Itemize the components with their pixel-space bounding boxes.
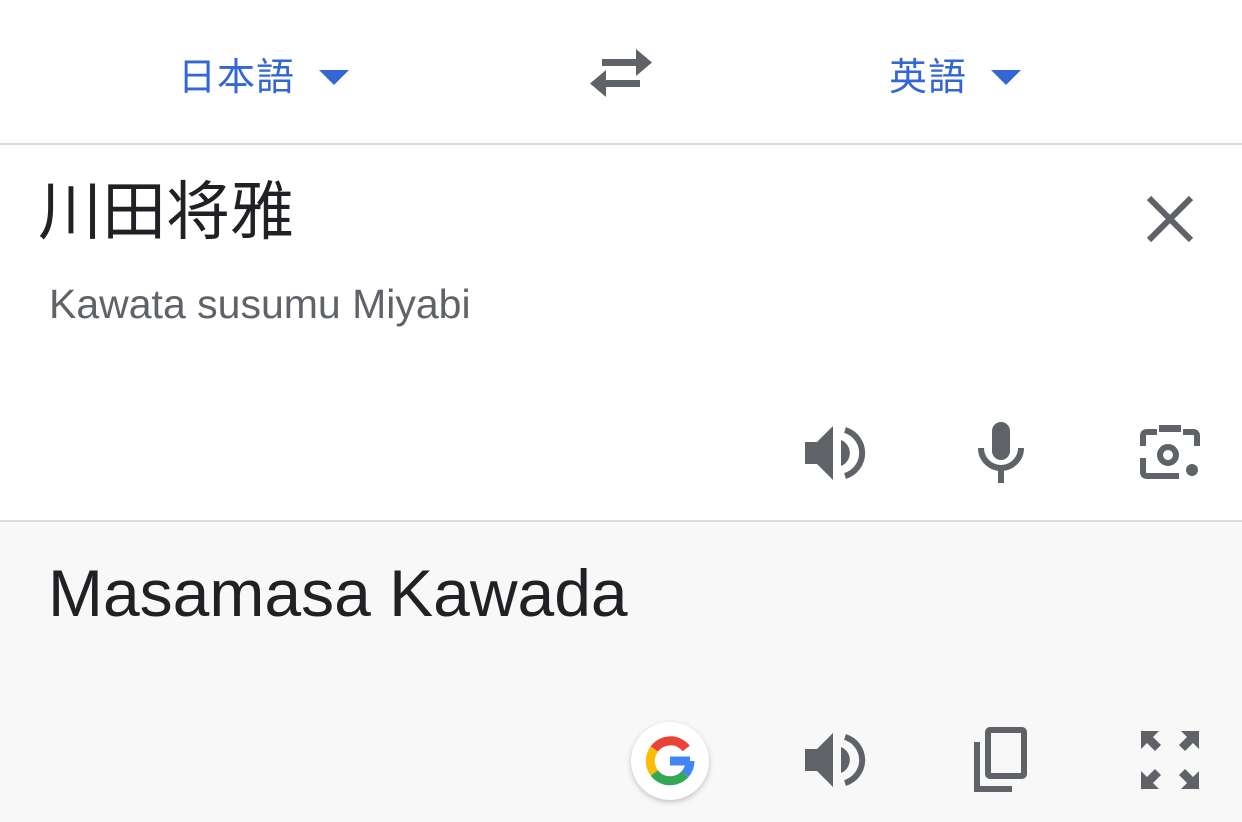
translation-panel: Masamasa Kawada (0, 522, 1242, 822)
copy-button[interactable] (966, 725, 1036, 795)
google-g-icon (645, 736, 695, 786)
source-language-selector[interactable]: 日本語 (178, 44, 350, 102)
microphone-icon (978, 422, 1024, 483)
swap-languages-button[interactable] (586, 44, 656, 102)
source-panel[interactable]: 川田将雅 Kawata susumu Miyabi (0, 145, 1242, 522)
fullscreen-button[interactable] (1135, 725, 1205, 795)
speaker-icon (805, 426, 866, 480)
source-listen-button[interactable] (800, 418, 870, 488)
language-bar: 日本語 英語 (0, 0, 1242, 145)
voice-input-button[interactable] (966, 418, 1036, 488)
source-romanization: Kawata susumu Miyabi (49, 281, 471, 327)
chevron-down-icon (319, 69, 350, 85)
close-icon (1146, 195, 1194, 243)
translation-listen-button[interactable] (800, 725, 870, 795)
speaker-icon (805, 733, 866, 787)
target-language-label: 英語 (889, 54, 968, 99)
clear-button[interactable] (1140, 189, 1200, 249)
copy-icon (974, 727, 1027, 792)
source-language-label: 日本語 (178, 54, 296, 99)
chevron-down-icon (991, 69, 1022, 85)
google-search-button[interactable] (631, 722, 709, 800)
swap-arrows-icon (590, 49, 652, 97)
translation-text: Masamasa Kawada (48, 556, 628, 630)
translate-app: 日本語 英語 川田将雅 Kawata susumu Miyabi Masamas… (0, 0, 1242, 822)
fullscreen-icon (1141, 731, 1199, 789)
camera-icon (1140, 425, 1200, 479)
camera-input-button[interactable] (1135, 418, 1205, 488)
source-text[interactable]: 川田将雅 (38, 181, 294, 245)
target-language-selector[interactable]: 英語 (889, 44, 1022, 102)
